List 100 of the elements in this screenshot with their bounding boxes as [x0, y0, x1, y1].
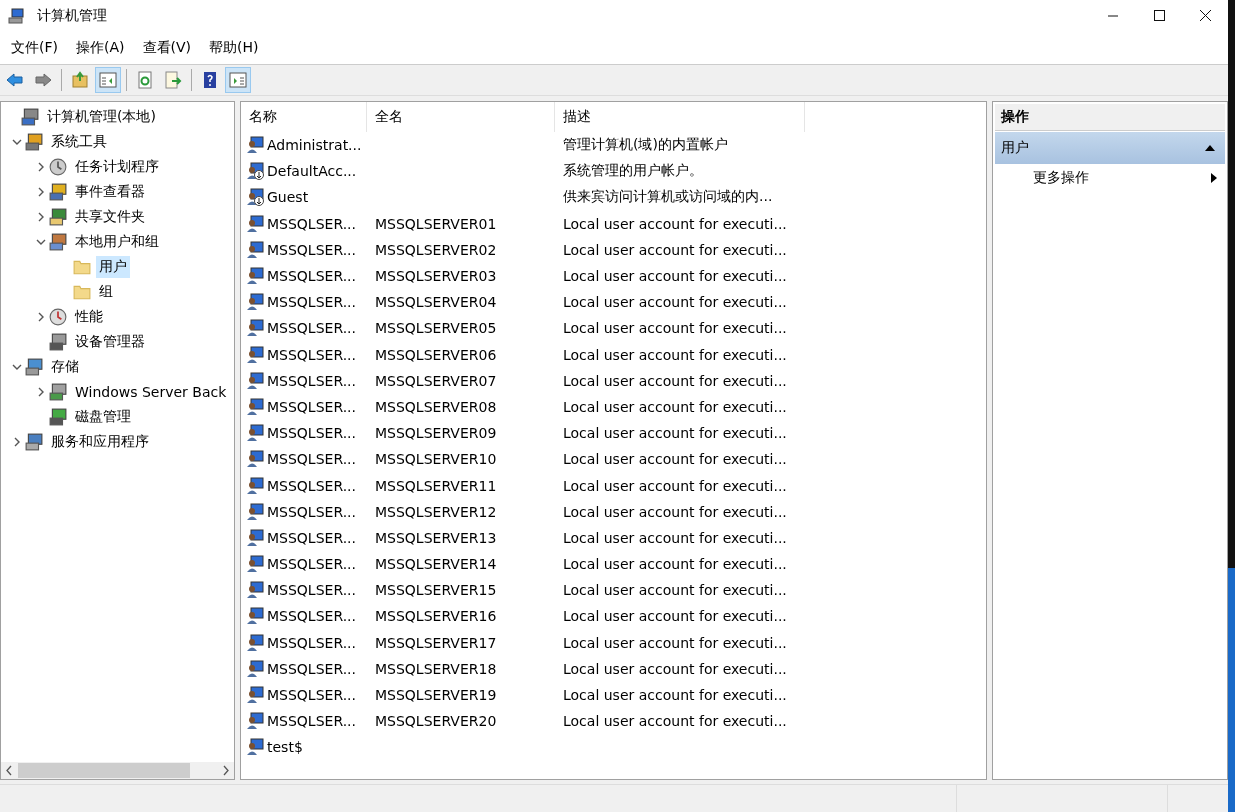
user-icon [246, 528, 264, 547]
clock-icon [49, 157, 67, 176]
user-name: MSSQLSER... [267, 451, 356, 468]
user-icon [246, 686, 264, 705]
user-icon [246, 555, 264, 574]
user-name: Guest [267, 189, 309, 206]
user-name: MSSQLSER... [267, 477, 356, 494]
tree-node-icon [25, 432, 43, 451]
full-name: MSSQLSERVER19 [375, 687, 497, 704]
user-name: MSSQLSER... [267, 634, 356, 651]
users-icon [49, 232, 67, 251]
back-arrow-icon [6, 71, 24, 89]
description: Local user account for executi... [563, 268, 787, 285]
tree-item[interactable]: 设备管理器 [72, 330, 148, 353]
column-header[interactable]: 名称 [241, 102, 367, 132]
full-name: MSSQLSERVER04 [375, 294, 497, 311]
user-icon [246, 371, 264, 390]
refresh-icon [136, 71, 154, 89]
description: Local user account for executi... [563, 713, 787, 730]
user-icon [246, 214, 264, 233]
menu-item[interactable]: 操作(A) [67, 39, 134, 57]
description: Local user account for executi... [563, 608, 787, 625]
tree-item[interactable]: 计算机管理(本地) [44, 105, 159, 128]
expand-chevron-icon[interactable] [36, 311, 46, 322]
toolbar-button[interactable] [95, 67, 121, 93]
user-name: MSSQLSER... [267, 582, 356, 599]
horizontal-scrollbar[interactable] [1, 762, 234, 779]
tree-item[interactable]: 性能 [72, 305, 106, 328]
tree-item[interactable]: 服务和应用程序 [48, 430, 152, 453]
actions-section-header[interactable]: 用户 [995, 132, 1225, 164]
description: 系统管理的用户帐户。 [563, 162, 703, 181]
tree-item[interactable]: 用户 [96, 255, 130, 278]
computer-icon [21, 107, 39, 126]
description: Local user account for executi... [563, 660, 787, 677]
description: Local user account for executi... [563, 687, 787, 704]
actions-header: 操作 [995, 104, 1225, 131]
description: Local user account for executi... [563, 503, 787, 520]
description: Local user account for executi... [563, 372, 787, 389]
description: 管理计算机(域)的内置帐户 [563, 136, 728, 155]
user-icon [246, 633, 264, 652]
user-name: MSSQLSER... [267, 398, 356, 415]
disabled-user-icon [246, 162, 264, 181]
export-icon [164, 71, 182, 89]
user-icon [246, 659, 264, 678]
tree-item[interactable]: 系统工具 [48, 130, 110, 153]
tree-item[interactable]: 本地用户和组 [72, 230, 162, 253]
column-header[interactable]: 描述 [555, 102, 805, 132]
full-name: MSSQLSERVER14 [375, 556, 497, 573]
user-name: MSSQLSER... [267, 608, 356, 625]
computer-icon [8, 8, 24, 24]
user-icon [246, 267, 264, 286]
menu-item[interactable]: 帮助(H) [200, 39, 268, 57]
tree-item[interactable]: 存储 [48, 355, 82, 378]
description: Local user account for executi... [563, 346, 787, 363]
collapse-triangle-icon[interactable] [1205, 145, 1215, 151]
menu-item[interactable]: 文件(F) [2, 39, 67, 57]
tree-node-icon [49, 407, 67, 426]
forward-arrow-icon [34, 71, 52, 89]
full-name: MSSQLSERVER17 [375, 634, 497, 651]
user-icon [246, 450, 264, 469]
tree-item[interactable]: 事件查看器 [72, 180, 148, 203]
tree-node-icon [49, 207, 67, 226]
full-name: MSSQLSERVER08 [375, 398, 497, 415]
user-name: MSSQLSER... [267, 687, 356, 704]
tree-item[interactable]: 共享文件夹 [72, 205, 148, 228]
tree-item[interactable]: Windows Server Back [72, 381, 230, 402]
action-item[interactable]: 更多操作 [993, 164, 1227, 192]
tree-node-icon [49, 182, 67, 201]
disabled-user-icon [246, 188, 264, 207]
full-name: MSSQLSERVER12 [375, 503, 497, 520]
tree-node-icon [49, 382, 67, 401]
description: Local user account for executi... [563, 634, 787, 651]
user-name: MSSQLSER... [267, 425, 356, 442]
expand-chevron-icon[interactable] [36, 186, 46, 197]
full-name: MSSQLSERVER09 [375, 425, 497, 442]
description: Local user account for executi... [563, 582, 787, 599]
description: Local user account for executi... [563, 398, 787, 415]
description: Local user account for executi... [563, 215, 787, 232]
expand-chevron-icon[interactable] [36, 161, 46, 172]
expand-chevron-icon[interactable] [36, 211, 46, 222]
user-name: DefaultAcc... [267, 163, 357, 180]
user-name: MSSQLSER... [267, 241, 356, 258]
tree-item[interactable]: 磁盘管理 [72, 405, 134, 428]
full-name: MSSQLSERVER15 [375, 582, 497, 599]
full-name: MSSQLSERVER07 [375, 372, 497, 389]
column-header[interactable]: 全名 [367, 102, 555, 132]
user-name: MSSQLSER... [267, 372, 356, 389]
tree-node-icon [49, 307, 67, 326]
expand-chevron-icon[interactable] [36, 386, 46, 397]
folder-up-icon [71, 71, 89, 89]
tree-item[interactable]: 任务计划程序 [72, 155, 162, 178]
expand-chevron-icon[interactable] [12, 436, 22, 447]
pane-toggle-icon [99, 71, 117, 89]
description: Local user account for executi... [563, 241, 787, 258]
full-name: MSSQLSERVER20 [375, 713, 497, 730]
tree-node-icon [49, 332, 67, 351]
tree-item[interactable]: 组 [96, 280, 116, 303]
menu-item[interactable]: 查看(V) [133, 39, 200, 57]
user-name: MSSQLSER... [267, 215, 356, 232]
user-icon [246, 240, 264, 259]
